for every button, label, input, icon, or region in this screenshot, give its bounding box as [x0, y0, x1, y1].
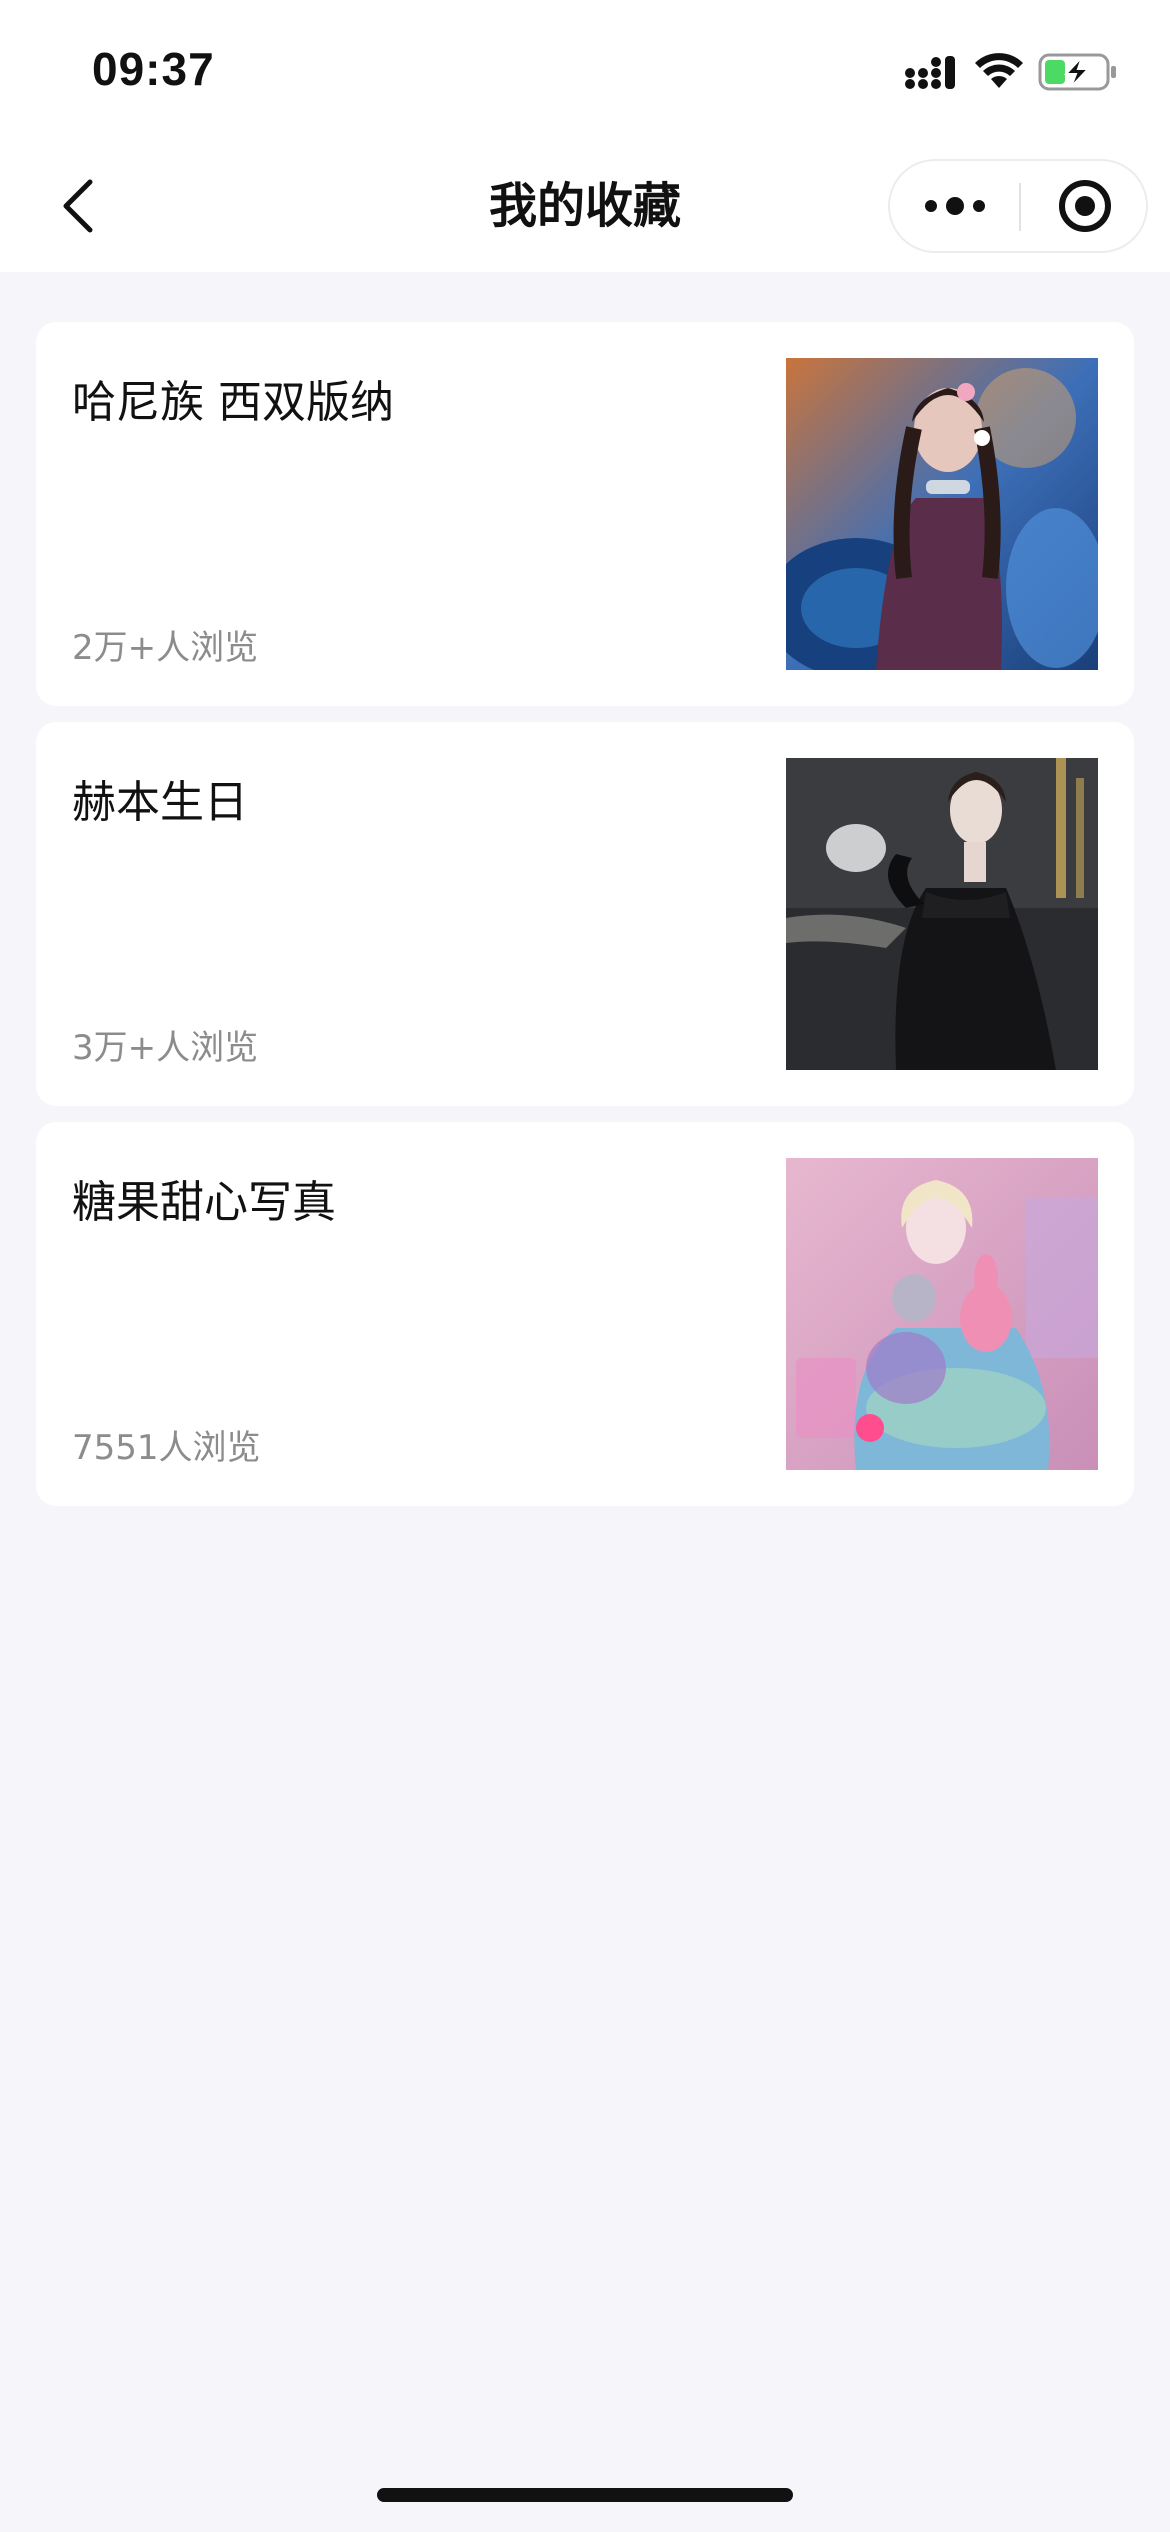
- wifi-icon: [975, 53, 1023, 88]
- card-title: 赫本生日: [72, 777, 248, 828]
- back-chevron-icon: [63, 179, 93, 233]
- status-bar: 09:37: [0, 0, 1170, 140]
- favorite-card[interactable]: 赫本生日 3万+人浏览: [36, 722, 1134, 1106]
- favorite-card[interactable]: 哈尼族 西双版纳 2万+人浏览: [36, 322, 1134, 706]
- battery-charging-icon: [1038, 53, 1116, 91]
- mini-program-capsule: [888, 159, 1148, 253]
- more-button[interactable]: [890, 161, 1019, 251]
- card-title: 糖果甜心写真: [72, 1177, 336, 1228]
- close-target-icon: [1058, 180, 1111, 232]
- favorite-card[interactable]: 糖果甜心写真 7551人浏览: [36, 1122, 1134, 1506]
- card-thumbnail: [786, 1158, 1098, 1470]
- card-thumbnail: [786, 758, 1098, 1070]
- status-time: 09:37: [92, 43, 215, 95]
- signal-icon: [905, 56, 955, 89]
- close-button[interactable]: [1021, 161, 1148, 251]
- favorites-list: 哈尼族 西双版纳 2万+人浏览 赫本生日 3万+人浏览 糖果甜心写真 7551人…: [36, 322, 1134, 1522]
- back-button[interactable]: [40, 168, 116, 244]
- card-view-count: 7551人浏览: [72, 1428, 261, 1468]
- card-view-count: 3万+人浏览: [72, 1028, 259, 1068]
- card-view-count: 2万+人浏览: [72, 628, 259, 668]
- home-indicator: [377, 2488, 793, 2502]
- nav-bar: 我的收藏: [0, 140, 1170, 272]
- card-title: 哈尼族 西双版纳: [72, 377, 394, 428]
- card-thumbnail: [786, 358, 1098, 670]
- more-dots-icon: [924, 197, 985, 215]
